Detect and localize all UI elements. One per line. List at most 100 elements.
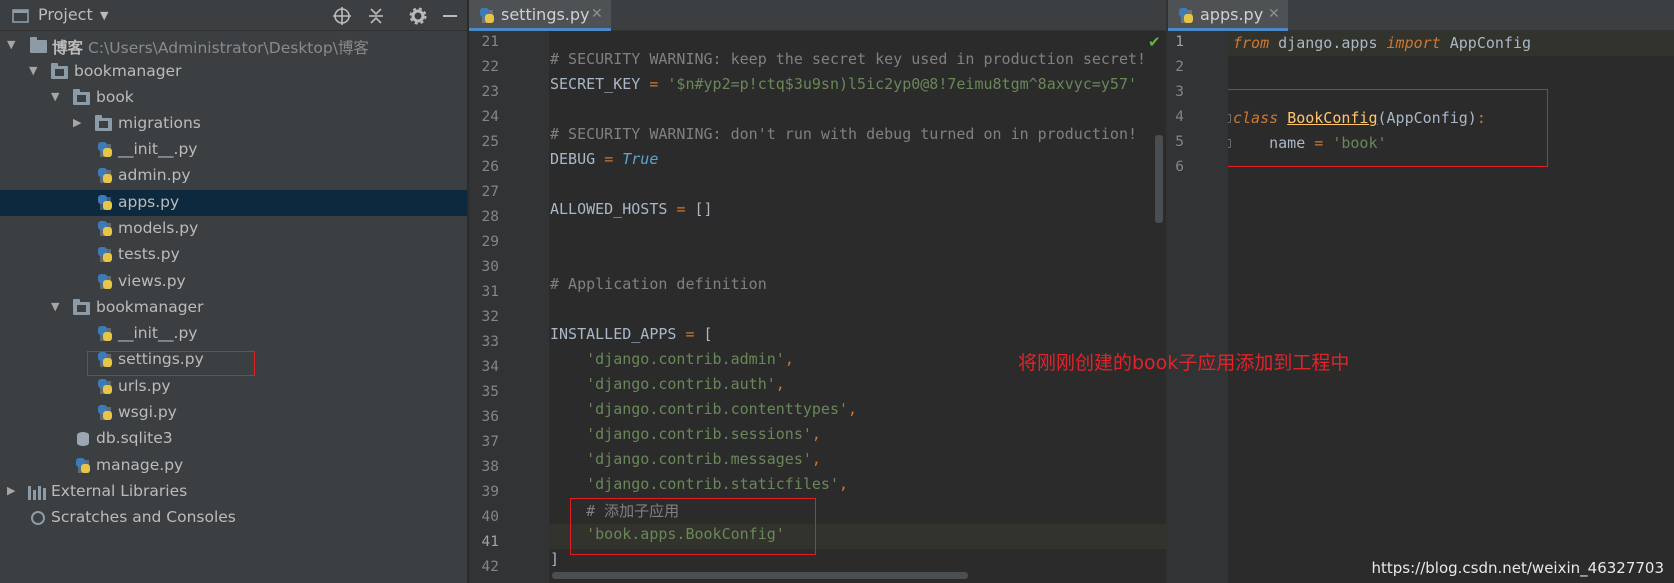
tree-item-label: manage.py [96,456,184,474]
python-file-icon [97,405,114,421]
project-window-icon [12,8,29,24]
tree-item-label: bookmanager [74,62,182,80]
tree-item-file[interactable]: urls.py [0,374,467,400]
tree-item-migrations[interactable]: ▶ migrations [0,111,467,137]
code-line: 'django.contrib.messages', [586,450,821,468]
close-icon[interactable]: ✕ [1268,6,1280,22]
line-number: 28 [481,209,499,225]
line-number: 30 [481,259,499,275]
line-number: 5 [1175,134,1184,150]
line-number: 34 [481,359,499,375]
code-line: ] [550,550,560,568]
line-number: 38 [481,459,499,475]
python-file-icon [97,379,114,395]
tree-item-label: __init__.py [118,324,198,342]
scratches-icon [30,510,47,526]
left-editor-gutter: 21 22 23 24 25 26 27 28 29 30 31 32 33 34 35 36 37 38 39 40… [469,31,549,583]
tree-item-file[interactable]: db.sqlite3 [0,426,467,452]
line-number: 3 [1175,84,1184,100]
tree-item-scratches[interactable]: Scratches and Consoles [0,505,467,531]
code-line: # Application definition [550,275,767,293]
close-icon[interactable]: ✕ [591,6,603,22]
highlight-box-settings [87,351,255,376]
collapse-all-icon[interactable] [367,5,385,30]
tab-apps-py[interactable]: apps.py ✕ [1168,0,1288,31]
folder-icon [30,37,47,53]
python-file-icon [1178,8,1195,24]
tree-item-file-selected[interactable]: apps.py [0,190,467,216]
highlight-box-bookconfig [1228,89,1548,167]
tree-item-label: urls.py [118,377,171,395]
line-number: 41 [481,534,499,550]
line-number: 22 [481,59,499,75]
line-number: 31 [481,284,499,300]
tree-item-book[interactable]: ▼ book [0,85,467,111]
tree-item-file[interactable]: admin.py [0,163,467,189]
tree-item-bookmanager-package[interactable]: ▼ bookmanager [0,295,467,321]
locate-target-icon[interactable] [333,5,351,30]
package-folder-icon [73,299,90,315]
line-number: 32 [481,309,499,325]
expanded-arrow-icon[interactable]: ▼ [7,38,15,51]
libraries-icon [28,484,46,500]
tree-item-file[interactable]: tests.py [0,242,467,268]
tree-item-label: tests.py [118,245,180,263]
left-editor-code[interactable]: # SECURITY WARNING: keep the secret key … [549,31,1166,583]
tab-settings-py[interactable]: settings.py ✕ [469,0,611,31]
right-editor-gutter: 1 2 3 4 5 6 [1168,31,1228,583]
tree-item-root[interactable]: ▼ 博客 C:\Users\Administrator\Desktop\博客 [0,33,467,59]
tree-item-file[interactable]: __init__.py [0,321,467,347]
project-panel-header: Project ▼ [0,0,468,31]
tree-item-external-libraries[interactable]: ▶ External Libraries [0,479,467,505]
code-line: 'django.contrib.sessions', [586,425,821,443]
tab-label: apps.py [1200,5,1264,24]
line-number: 1 [1175,34,1184,50]
python-file-icon [97,142,114,158]
line-number: 39 [481,484,499,500]
project-view-selector[interactable]: Project [38,5,93,24]
code-line: from django.apps import AppConfig [1233,34,1532,52]
expanded-arrow-icon[interactable]: ▼ [29,64,37,77]
tree-item-file[interactable]: __init__.py [0,137,467,163]
tree-item-label: admin.py [118,166,191,184]
code-line: 'django.contrib.admin', [586,350,794,368]
collapsed-arrow-icon[interactable]: ▶ [7,484,15,497]
code-line: DEBUG = True [550,150,659,168]
python-file-icon [97,274,114,290]
tree-item-label: Scratches and Consoles [51,508,236,526]
line-number: 35 [481,384,499,400]
line-number: 42 [481,559,499,575]
tree-item-label: models.py [118,219,199,237]
tree-item-file[interactable]: views.py [0,269,467,295]
tree-item-file[interactable]: wsgi.py [0,400,467,426]
line-number: 24 [481,109,499,125]
collapsed-arrow-icon[interactable]: ▶ [73,116,81,129]
code-line: 'django.contrib.staticfiles', [586,475,849,493]
python-file-icon [479,8,496,24]
tree-item-label: migrations [118,114,201,132]
tree-item-file[interactable]: manage.py [0,453,467,479]
package-folder-icon [73,89,90,105]
python-file-icon [97,168,114,184]
chevron-down-icon[interactable]: ▼ [100,9,108,22]
line-number: 37 [481,434,499,450]
expanded-arrow-icon[interactable]: ▼ [51,90,59,103]
code-line: 'django.contrib.contenttypes', [586,400,858,418]
inspection-ok-checkmark-icon[interactable]: ✔ [1148,33,1161,51]
left-editor-tabbar: settings.py ✕ [469,0,1166,31]
right-editor-code[interactable]: from django.apps import AppConfig class … [1228,31,1674,583]
tree-item-path: C:\Users\Administrator\Desktop\博客 [88,39,369,57]
code-line: INSTALLED_APPS = [ [550,325,713,343]
horizontal-scrollbar[interactable] [552,572,968,579]
tree-item-label: 博客 [52,39,84,57]
line-number: 2 [1175,59,1184,75]
python-file-icon [97,247,114,263]
line-number: 33 [481,334,499,350]
expanded-arrow-icon[interactable]: ▼ [51,300,59,313]
tree-item-label: wsgi.py [118,403,177,421]
gear-icon[interactable] [409,5,427,30]
line-number: 40 [481,509,499,525]
tree-item-file[interactable]: models.py [0,216,467,242]
tree-item-bookmanager[interactable]: ▼ bookmanager [0,59,467,85]
minimize-icon[interactable] [442,5,458,30]
